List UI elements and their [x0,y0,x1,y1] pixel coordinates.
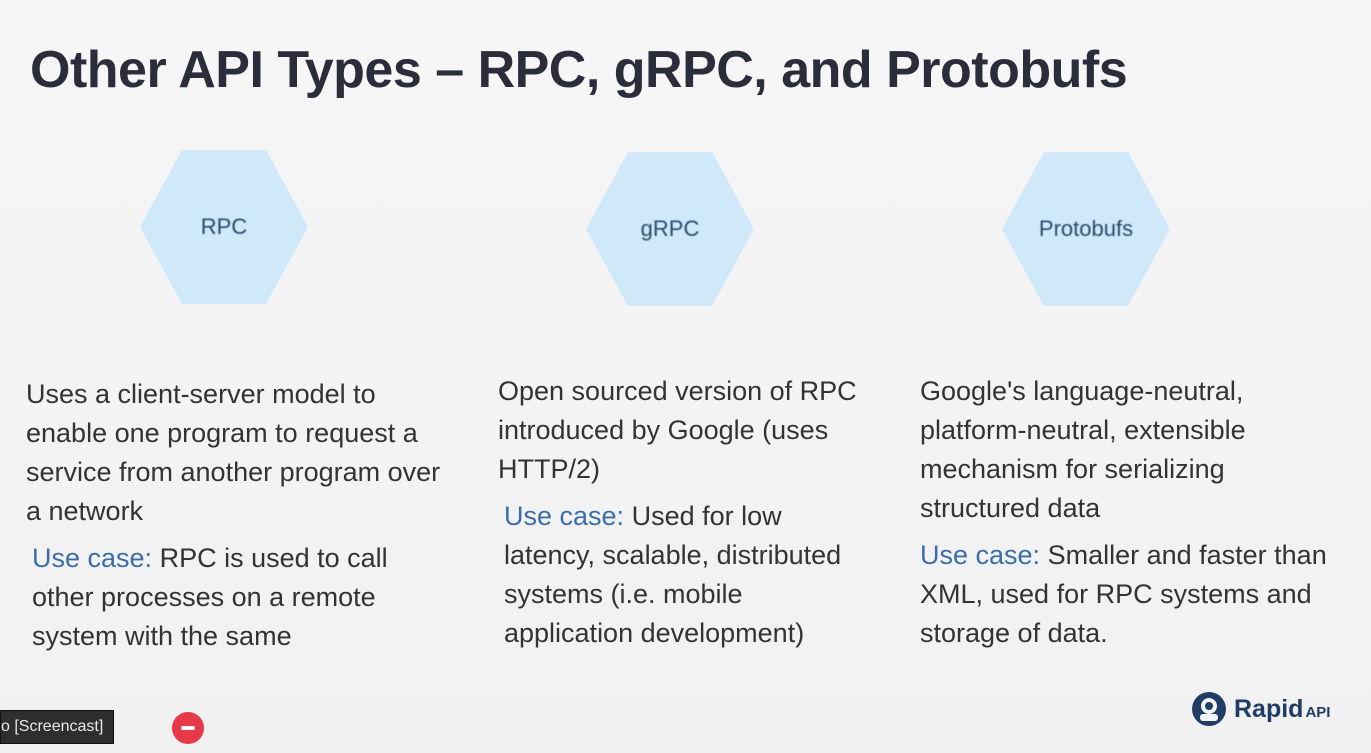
slide: Other API Types – RPC, gRPC, and Protobu… [0,0,1371,753]
protobufs-heading: Protobufs [1038,216,1134,241]
grpc-column: Open sourced version of RPC introduced b… [498,372,888,653]
stop-record-icon [181,726,195,730]
grpc-use-case: Use case: Used for low latency, scalable… [498,497,844,653]
rpc-column: Uses a client-server model to enable one… [26,375,446,656]
protobufs-use-case: Use case: Smaller and faster than XML, u… [920,536,1330,653]
rapidapi-name: Rapid [1234,694,1304,723]
protobufs-column: Google's language-neutral, platform-neut… [920,372,1340,653]
rpc-description: Uses a client-server model to enable one… [26,379,441,526]
grpc-hexagon: gRPC [586,152,754,306]
rpc-use-case-label: Use case: [32,543,153,573]
rapidapi-logo-icon [1192,692,1226,726]
rpc-hexagon: RPC [140,150,308,304]
grpc-use-case-label: Use case: [504,501,625,531]
rapidapi-logo: Rapid API [1190,690,1330,728]
protobufs-description: Google's language-neutral, platform-neut… [920,376,1246,523]
rapidapi-suffix: API [1305,703,1331,721]
stop-record-button[interactable] [172,712,204,744]
rpc-heading: RPC [200,214,248,239]
protobufs-hexagon: Protobufs [1002,152,1170,306]
slide-title: Other API Types – RPC, gRPC, and Protobu… [30,41,1128,99]
grpc-description: Open sourced version of RPC introduced b… [498,376,857,484]
rpc-use-case: Use case: RPC is used to call other proc… [26,539,446,656]
grpc-heading: gRPC [640,216,700,241]
protobufs-use-case-label: Use case: [920,540,1041,570]
recording-label[interactable]: o [Screencast] [0,710,115,744]
